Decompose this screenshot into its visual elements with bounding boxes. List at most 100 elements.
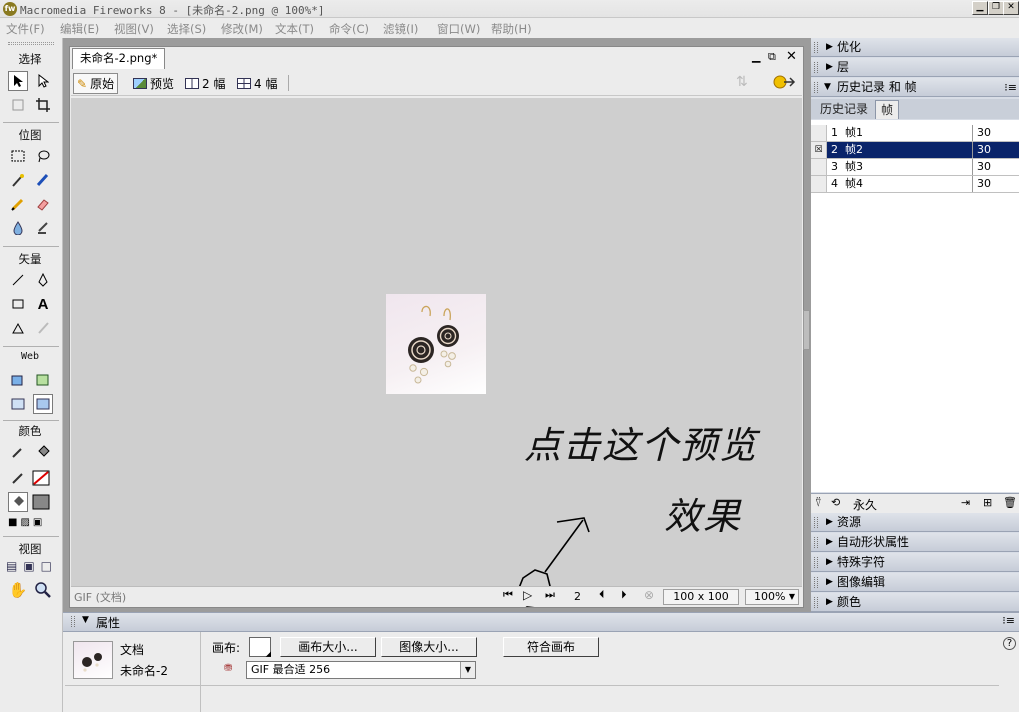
show-slices-icon[interactable]: [33, 394, 53, 414]
frame-delay[interactable]: 30: [972, 142, 1019, 158]
panel-history-frames[interactable]: ▼ 历史记录 和 帧 ⁝≡: [811, 78, 1019, 97]
tab-original[interactable]: ✎ 原始: [73, 73, 119, 94]
fill-color-icon[interactable]: [8, 492, 28, 512]
text-tool-icon[interactable]: A: [33, 294, 53, 314]
stroke-color-swatch[interactable]: [31, 468, 51, 488]
stop-icon[interactable]: ⊗: [644, 588, 654, 602]
fill-color-swatch[interactable]: [31, 492, 51, 512]
minimize-icon[interactable]: ▁: [972, 1, 988, 15]
eraser-tool-icon[interactable]: [33, 194, 53, 214]
menu-text[interactable]: 文本(T): [275, 21, 314, 37]
loop-icon[interactable]: ⟲: [831, 496, 840, 509]
line-tool-icon[interactable]: [8, 270, 28, 290]
tab-frames[interactable]: 帧: [875, 100, 900, 119]
frame-row-selected[interactable]: ☒ 2 帧2 30: [811, 142, 1019, 159]
marquee-tool-icon[interactable]: [8, 146, 28, 166]
panel-menu-icon[interactable]: ⁝≡: [1002, 614, 1015, 627]
frame-delay[interactable]: 30: [972, 159, 1019, 175]
doc-restore-icon[interactable]: ⧉: [768, 50, 776, 64]
canvas-size-button[interactable]: 画布大小...: [280, 637, 376, 657]
menu-help[interactable]: 帮助(H): [491, 21, 532, 37]
menu-filters[interactable]: 滤镜(I): [383, 21, 418, 37]
eyedropper-tool-icon[interactable]: [8, 442, 28, 462]
onion-skin-icon[interactable]: ☒: [811, 142, 827, 158]
panel-menu-icon[interactable]: ⁝≡: [1004, 79, 1017, 97]
menu-view[interactable]: 视图(V): [114, 21, 154, 37]
document-tab[interactable]: 未命名-2.png*: [72, 48, 165, 69]
menu-edit[interactable]: 编辑(E): [60, 21, 99, 37]
hide-slices-icon[interactable]: [8, 394, 28, 414]
freeform-tool-icon[interactable]: [8, 318, 28, 338]
prev-frame-icon[interactable]: ⏴: [599, 588, 605, 602]
quick-export-icon[interactable]: [772, 73, 798, 93]
properties-header[interactable]: ▼ 属性 ⁝≡: [63, 612, 1019, 632]
zoom-select[interactable]: 100% ▼: [745, 589, 799, 605]
panel-assets[interactable]: ▶ 资源: [811, 513, 1019, 532]
menu-commands[interactable]: 命令(C): [329, 21, 369, 37]
distribute-to-frames-icon[interactable]: ⇥: [961, 496, 970, 509]
pencil-tool-icon[interactable]: [8, 194, 28, 214]
menu-file[interactable]: 文件(F): [6, 21, 45, 37]
frame-row[interactable]: 4 帧4 30: [811, 176, 1019, 193]
color-defaults-icon[interactable]: ■▨▣: [8, 517, 45, 528]
doc-close-icon[interactable]: ✕: [786, 49, 797, 64]
export-settings-select[interactable]: GIF 最合适 256 ▼: [246, 661, 476, 679]
panel-colors[interactable]: ▶ 颜色: [811, 593, 1019, 612]
hotspot-tool-icon[interactable]: [8, 370, 28, 390]
last-frame-icon[interactable]: ⏭: [545, 588, 555, 602]
doc-minimize-icon[interactable]: ▁: [752, 50, 760, 63]
lasso-tool-icon[interactable]: [33, 146, 53, 166]
add-frame-icon[interactable]: ⊞: [983, 496, 992, 509]
image-size-button[interactable]: 图像大小...: [381, 637, 477, 657]
panel-collapse-handle[interactable]: [803, 310, 810, 350]
crop-tool-icon[interactable]: [33, 95, 53, 115]
screen-mode-icons[interactable]: ▤▣□: [6, 559, 58, 573]
paint-bucket-icon[interactable]: [33, 442, 53, 462]
rectangle-tool-icon[interactable]: [8, 294, 28, 314]
play-icon[interactable]: ▷: [523, 588, 532, 602]
pen-tool-icon[interactable]: [33, 270, 53, 290]
zoom-tool-icon[interactable]: [33, 580, 53, 600]
next-frame-icon[interactable]: ⏵: [621, 588, 627, 602]
menu-select[interactable]: 选择(S): [167, 21, 206, 37]
panel-image-edit[interactable]: ▶ 图像编辑: [811, 573, 1019, 592]
export-arrows-icon[interactable]: ⇅: [736, 74, 748, 90]
panel-auto-shape[interactable]: ▶ 自动形状属性: [811, 533, 1019, 552]
canvas-image[interactable]: [386, 294, 486, 394]
tab-history[interactable]: 历史记录: [815, 100, 873, 119]
onion-skin-toggle-icon[interactable]: ⍢: [815, 496, 822, 510]
canvas-color-swatch[interactable]: ◢: [249, 637, 271, 658]
brush-tool-icon[interactable]: [33, 170, 53, 190]
tools-web-header: Web: [20, 351, 40, 362]
blur-tool-icon[interactable]: [8, 218, 28, 238]
scale-tool-icon[interactable]: [8, 95, 28, 115]
menu-modify[interactable]: 修改(M): [221, 21, 263, 37]
frame-delay[interactable]: 30: [972, 125, 1019, 141]
loop-value[interactable]: 永久: [853, 496, 877, 513]
pointer-tool-icon[interactable]: [8, 71, 28, 91]
hand-tool-icon[interactable]: ✋: [8, 580, 28, 600]
menu-window[interactable]: 窗口(W): [437, 21, 480, 37]
frame-delay[interactable]: 30: [972, 176, 1019, 192]
tab-2-up[interactable]: 2 幅: [182, 73, 228, 94]
rubber-stamp-icon[interactable]: [33, 218, 53, 238]
close-icon[interactable]: ✕: [1003, 1, 1019, 15]
first-frame-icon[interactable]: ⏮: [503, 588, 513, 602]
help-icon[interactable]: ?: [1003, 637, 1016, 650]
delete-frame-icon[interactable]: 🗑: [1003, 496, 1017, 509]
panel-optimize[interactable]: ▶ 优化: [811, 38, 1019, 57]
tools-grip[interactable]: [8, 42, 54, 45]
slice-tool-icon[interactable]: [33, 370, 53, 390]
magic-wand-icon[interactable]: [8, 170, 28, 190]
tab-preview[interactable]: 预览: [130, 73, 177, 94]
tab-4-up[interactable]: 4 幅: [234, 73, 280, 94]
frame-row[interactable]: 3 帧3 30: [811, 159, 1019, 176]
frame-row[interactable]: 1 帧1 30: [811, 125, 1019, 142]
stroke-color-icon[interactable]: [8, 468, 28, 488]
fit-canvas-button[interactable]: 符合画布: [503, 637, 599, 657]
knife-tool-icon[interactable]: [33, 318, 53, 338]
panel-layers[interactable]: ▶ 层: [811, 58, 1019, 77]
panel-special-chars[interactable]: ▶ 特殊字符: [811, 553, 1019, 572]
subselect-tool-icon[interactable]: [33, 71, 53, 91]
restore-icon[interactable]: ❐: [988, 1, 1004, 15]
